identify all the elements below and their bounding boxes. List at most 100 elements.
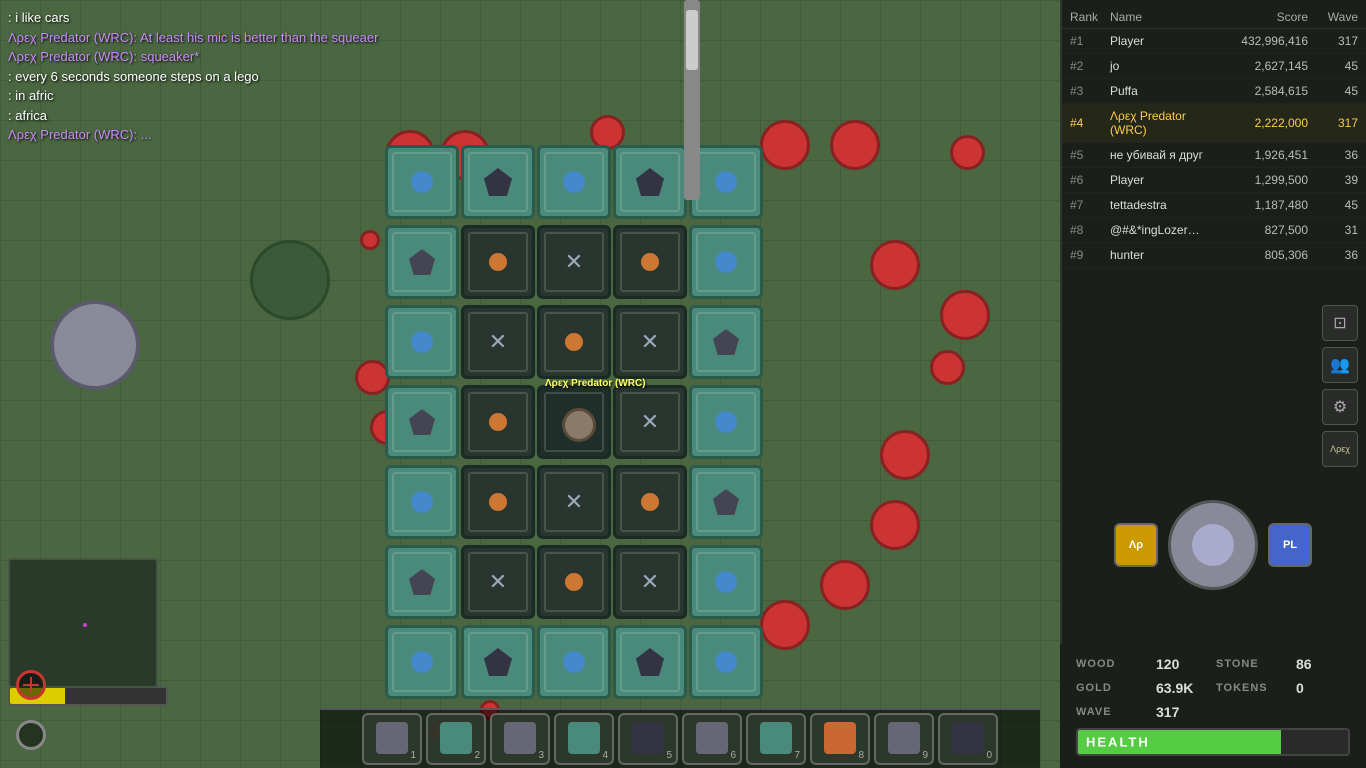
hotbar-num-9: 9 — [922, 750, 928, 761]
tower-block — [461, 625, 535, 699]
chat-line: Λρεχ Predator (WRC): squeaker* — [8, 47, 492, 67]
wood-stone-row: WOOD 120 STONE 86 — [1068, 652, 1358, 676]
gold-value: 63.9K — [1156, 680, 1216, 696]
gear-icon[interactable]: ⚙ — [1322, 389, 1358, 425]
tower-block — [689, 465, 763, 539]
player-avatar — [1168, 500, 1258, 590]
score-row-8: #8 @#&*ingLozerOnMc 827,500 31 — [1062, 218, 1366, 243]
hotbar-slot-5[interactable]: 5 — [618, 713, 678, 765]
hotbar-slot-9[interactable]: 9 — [874, 713, 934, 765]
tower-block — [689, 545, 763, 619]
expand-icon[interactable]: ⊡ — [1322, 305, 1358, 341]
inner-block — [461, 225, 535, 299]
hotbar-num-2: 2 — [474, 750, 480, 761]
scrollbar-thumb[interactable] — [686, 10, 698, 70]
stats-panel: WOOD 120 STONE 86 GOLD 63.9K TOKENS 0 WA… — [1060, 644, 1366, 768]
hotbar-slot-7[interactable]: 7 — [746, 713, 806, 765]
gold-tokens-row: GOLD 63.9K TOKENS 0 — [1068, 676, 1358, 700]
center-block: Λρεχ Predator (WRC) — [537, 385, 611, 459]
tower-block — [689, 225, 763, 299]
stone-value: 86 — [1296, 656, 1356, 672]
hotbar-slot-2[interactable]: 2 — [426, 713, 486, 765]
inner-block — [613, 465, 687, 539]
users-icon[interactable]: 👥 — [1322, 347, 1358, 383]
scoreboard: Rank Name Score Wave #1 Player 432,996,4… — [1062, 0, 1366, 274]
hotbar-slot-6[interactable]: 6 — [682, 713, 742, 765]
apex-icon[interactable]: Λρεχ — [1322, 431, 1358, 467]
wave-label: WAVE — [1076, 706, 1156, 718]
target-icon[interactable] — [16, 670, 46, 700]
chat-line: : in afric — [8, 86, 492, 106]
score-row-4: #4 Λρεχ Predator (WRC) 2,222,000 317 — [1062, 104, 1366, 143]
enemy — [360, 230, 380, 250]
tower-block — [689, 625, 763, 699]
hotbar-slot-3[interactable]: 3 — [490, 713, 550, 765]
hotbar-icon-8 — [824, 722, 856, 754]
tower-block — [385, 465, 459, 539]
tower-block — [689, 305, 763, 379]
inner-block: ✕ — [613, 305, 687, 379]
tower-block — [385, 225, 459, 299]
tower-block — [689, 145, 763, 219]
clock-icon[interactable] — [16, 720, 46, 750]
hotbar-slot-0[interactable]: 0 — [938, 713, 998, 765]
action-icon-panel: ⊡ 👥 ⚙ Λρεχ — [1322, 305, 1358, 467]
hotbar-num-1: 1 — [410, 750, 416, 761]
header-rank: Rank — [1070, 10, 1110, 24]
base-structure: ✕ ✕ ✕ Λρεχ Predator (WRC) ✕ ✕ — [385, 145, 975, 735]
tower-block — [613, 625, 687, 699]
hotbar: 1 2 3 4 5 6 7 8 — [320, 708, 1040, 768]
hotbar-slot-4[interactable]: 4 — [554, 713, 614, 765]
tokens-label: TOKENS — [1216, 682, 1296, 694]
inner-block: ✕ — [537, 465, 611, 539]
header-wave: Wave — [1308, 10, 1358, 24]
player-btn-pl[interactable]: PL — [1268, 523, 1312, 567]
hotbar-icon-5 — [632, 722, 664, 754]
score-row-7: #7 tettadestra 1,187,480 45 — [1062, 193, 1366, 218]
inner-block: ✕ — [461, 305, 535, 379]
hotbar-icon-7 — [760, 722, 792, 754]
header-name: Name — [1110, 10, 1208, 24]
tower-block — [385, 545, 459, 619]
hotbar-icon-9 — [888, 722, 920, 754]
tower-block — [385, 625, 459, 699]
chat-scrollbar[interactable] — [684, 0, 700, 200]
tower-block — [689, 385, 763, 459]
wave-row: WAVE 317 — [1068, 700, 1358, 724]
player-btn-ap[interactable]: Λρ — [1114, 523, 1158, 567]
inner-block — [461, 385, 535, 459]
gold-label: GOLD — [1076, 682, 1156, 694]
score-row-3: #3 Puffa 2,584,615 45 — [1062, 79, 1366, 104]
wood-label: WOOD — [1076, 658, 1156, 670]
hotbar-icon-3 — [504, 722, 536, 754]
tower-block — [537, 625, 611, 699]
tower-block — [613, 145, 687, 219]
right-panel: Rank Name Score Wave #1 Player 432,996,4… — [1060, 0, 1366, 768]
chat-line: Λρεχ Predator (WRC): ... — [8, 125, 492, 145]
health-bar: HEALTH — [1076, 728, 1350, 756]
health-label: HEALTH — [1086, 735, 1150, 750]
tree-decoration — [250, 240, 330, 320]
hotbar-num-6: 6 — [730, 750, 736, 761]
scoreboard-header: Rank Name Score Wave — [1062, 6, 1366, 29]
chat-line: : i like cars — [8, 8, 492, 28]
tower-block — [385, 305, 459, 379]
hotbar-num-4: 4 — [602, 750, 608, 761]
chat-line: Λρεχ Predator (WRC): At least his mic is… — [8, 28, 492, 48]
enemy-blob — [50, 300, 140, 390]
hotbar-icon-1 — [376, 722, 408, 754]
wave-value: 317 — [1156, 704, 1216, 720]
tower-block — [537, 145, 611, 219]
hotbar-slot-1[interactable]: 1 — [362, 713, 422, 765]
player-name-label: Λρεχ Predator (WRC) — [545, 378, 646, 389]
score-row-1: #1 Player 432,996,416 317 — [1062, 29, 1366, 54]
wood-value: 120 — [1156, 656, 1216, 672]
hotbar-slot-8[interactable]: 8 — [810, 713, 870, 765]
inner-block: ✕ — [613, 385, 687, 459]
hotbar-num-7: 7 — [794, 750, 800, 761]
stone-label: STONE — [1216, 658, 1296, 670]
score-row-5: #5 не убивай я друг 1,926,451 36 — [1062, 143, 1366, 168]
inner-block — [461, 465, 535, 539]
mini-map-dot — [83, 623, 87, 627]
tower-block — [385, 145, 459, 219]
